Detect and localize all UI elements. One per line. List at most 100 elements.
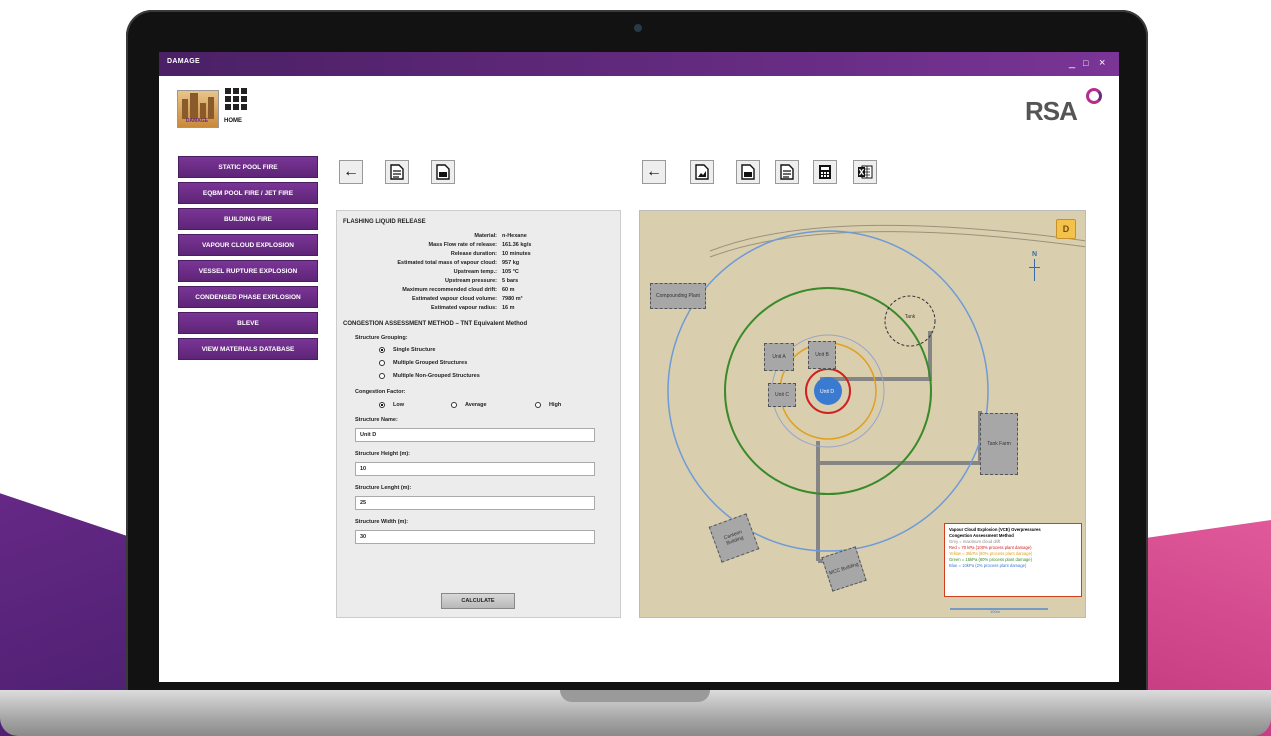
property-key: Release duration:: [450, 251, 497, 257]
radio-label: Multiple Non-Grouped Structures: [393, 373, 480, 379]
calculate-button[interactable]: CALCULATE: [441, 593, 515, 609]
property-key: Mass Flow rate of release:: [428, 242, 497, 248]
property-row: Estimated vapour cloud volume: 7980 m³: [347, 296, 612, 304]
document-svg: [390, 164, 404, 180]
building-tank-farm[interactable]: Tank Farm: [980, 413, 1018, 475]
north-arrow-icon: N: [1029, 251, 1040, 281]
radio-label: Average: [465, 402, 487, 408]
property-key: Estimated vapour radius:: [430, 305, 497, 311]
property-value: 7980 m³: [502, 296, 523, 302]
property-row: Mass Flow rate of release: 161.36 kg/s: [347, 242, 612, 250]
document-svg: [780, 164, 794, 180]
map-back-arrow-icon[interactable]: ←: [642, 160, 666, 184]
property-value: 16 m: [502, 305, 515, 311]
title-bar: DAMAGE _ □ ×: [159, 52, 1119, 76]
logo-building-shape: [208, 97, 214, 119]
calculator-icon[interactable]: [813, 160, 837, 184]
pipe-line: [820, 331, 932, 381]
pdf-icon[interactable]: [431, 160, 455, 184]
property-row: Upstream pressure: 5 bars: [347, 278, 612, 286]
property-value: 957 kg: [502, 260, 520, 266]
building-unit-d[interactable]: Unit D: [816, 383, 838, 401]
building-unit-c[interactable]: Unit C: [768, 383, 796, 407]
scale-label: 100m: [990, 609, 1001, 614]
home-label[interactable]: HOME: [224, 118, 242, 124]
rsa-logo: RSA: [1025, 96, 1078, 126]
property-value: 161.36 kg/s: [502, 242, 532, 248]
tank-label[interactable]: Tank: [898, 311, 922, 323]
sidebar-item-bleve[interactable]: BLEVE: [178, 312, 318, 334]
structure-height-input[interactable]: 10: [355, 462, 595, 476]
method-title: CONGESTION ASSESSMENT METHOD – TNT Equiv…: [343, 321, 528, 327]
north-arrow-shaft: [1034, 259, 1035, 281]
building-unit-a[interactable]: Unit A: [764, 343, 794, 371]
property-row: Material: n-Hexane: [347, 233, 612, 241]
radio-label: Low: [393, 402, 404, 408]
map-legend: Vapour Cloud Explosion (VCE) Overpressur…: [944, 523, 1082, 597]
sidebar-item-vessel-rupture-explosion[interactable]: VESSEL RUPTURE EXPLOSION: [178, 260, 318, 282]
legend-line-blue: Blue = 10kPa (2% process plant damage): [949, 563, 1027, 568]
field-label: Structure Name:: [355, 417, 398, 423]
webcam: [634, 24, 642, 32]
laptop-base: [0, 690, 1271, 736]
d-badge-icon[interactable]: D: [1056, 219, 1076, 239]
property-key: Upstream temp.:: [453, 269, 497, 275]
back-arrow-icon[interactable]: ←: [339, 160, 363, 184]
structure-name-input[interactable]: Unit D: [355, 428, 595, 442]
image-icon[interactable]: [690, 160, 714, 184]
sidebar: STATIC POOL FIRE EQBM POOL FIRE / JET FI…: [178, 156, 318, 364]
logo-building-shape: [190, 93, 198, 119]
property-key: Upstream pressure:: [445, 278, 497, 284]
section-title: FLASHING LIQUID RELEASE: [343, 219, 426, 225]
grouping-label: Structure Grouping:: [355, 335, 408, 341]
sidebar-item-static-pool-fire[interactable]: STATIC POOL FIRE: [178, 156, 318, 178]
document-icon[interactable]: [385, 160, 409, 184]
congestion-label: Congestion Factor:: [355, 389, 406, 395]
radio-congestion-average[interactable]: [451, 402, 457, 408]
structure-width-input[interactable]: 30: [355, 530, 595, 544]
property-value: 60 m: [502, 287, 515, 293]
building-unit-b[interactable]: Unit B: [808, 341, 836, 369]
property-value: 5 bars: [502, 278, 519, 284]
property-value: n-Hexane: [502, 233, 527, 239]
logo-building-shape: [182, 99, 188, 119]
radio-congestion-high[interactable]: [535, 402, 541, 408]
sidebar-item-condensed-phase-explosion[interactable]: CONDENSED PHASE EXPLOSION: [178, 286, 318, 308]
excel-svg: [858, 165, 873, 179]
property-key: Material:: [474, 233, 497, 239]
property-value: 105 °C: [502, 269, 519, 275]
property-row: Estimated vapour radius: 16 m: [347, 305, 612, 313]
image-svg: [695, 164, 709, 180]
building-compounding-plant[interactable]: Compounding Plant: [650, 283, 706, 309]
calculator-svg: [819, 165, 831, 179]
structure-length-input[interactable]: 25: [355, 496, 595, 510]
radio-label: High: [549, 402, 562, 408]
radio-multiple-non-grouped[interactable]: [379, 373, 385, 379]
home-grid-icon[interactable]: [225, 88, 247, 110]
site-map[interactable]: Compounding Plant Unit A Unit B Unit C U…: [639, 210, 1086, 618]
minimize-button[interactable]: _: [1069, 56, 1075, 70]
excel-icon[interactable]: [853, 160, 877, 184]
radio-congestion-low[interactable]: [379, 402, 385, 408]
close-button[interactable]: ×: [1099, 56, 1105, 70]
maximize-button[interactable]: □: [1083, 56, 1088, 70]
logo-building-shape: [200, 103, 206, 119]
logo-label: DAMAGE: [185, 118, 209, 124]
sidebar-item-vapour-cloud-explosion[interactable]: VAPOUR CLOUD EXPLOSION: [178, 234, 318, 256]
radio-multiple-grouped[interactable]: [379, 360, 385, 366]
sidebar-item-building-fire[interactable]: BUILDING FIRE: [178, 208, 318, 230]
map-document-icon[interactable]: [775, 160, 799, 184]
field-label: Structure Width (m):: [355, 519, 409, 525]
pdf-svg: [741, 164, 755, 180]
property-key: Maximum recommended cloud drift:: [402, 287, 497, 293]
release-form-panel: FLASHING LIQUID RELEASE Material: n-Hexan…: [336, 210, 621, 618]
radio-single-structure[interactable]: [379, 347, 385, 353]
app-window: DAMAGE _ □ × DAMAGE HOME RSA STATIC POOL…: [159, 52, 1119, 682]
sidebar-item-view-materials-database[interactable]: VIEW MATERIALS DATABASE: [178, 338, 318, 360]
property-value: 10 minutes: [502, 251, 531, 257]
property-row: Estimated total mass of vapour cloud: 957…: [347, 260, 612, 268]
sidebar-item-eqbm-pool-fire[interactable]: EQBM POOL FIRE / JET FIRE: [178, 182, 318, 204]
pdf-svg: [436, 164, 450, 180]
north-arrow-cross: [1029, 267, 1040, 268]
map-pdf-icon[interactable]: [736, 160, 760, 184]
